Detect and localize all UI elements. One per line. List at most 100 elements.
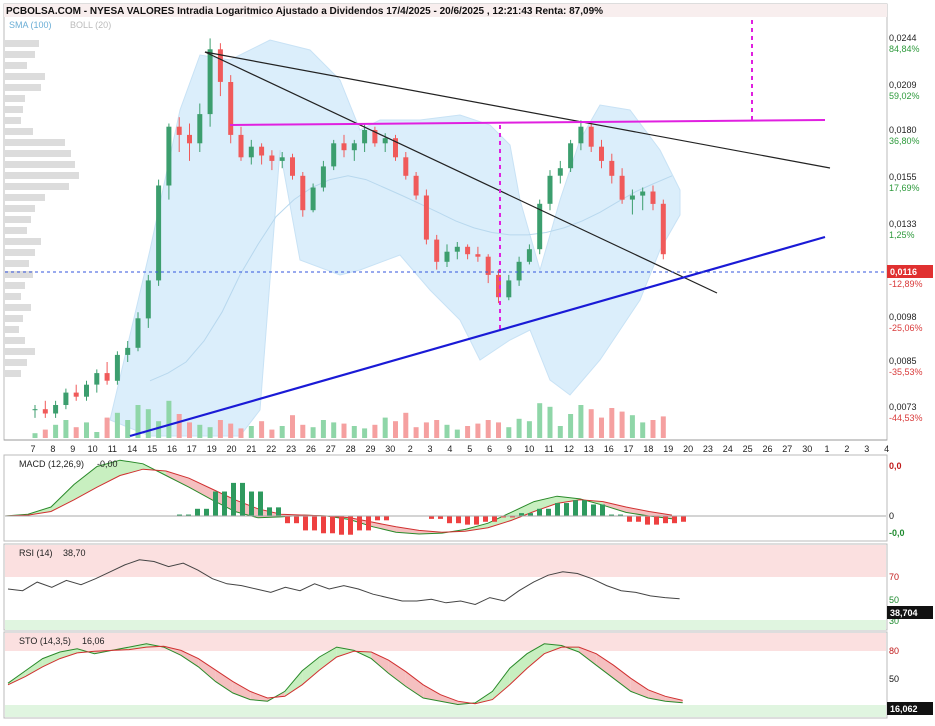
volume-profile-bar (5, 106, 23, 113)
x-tick-label: 7 (30, 444, 35, 454)
candle-body (207, 49, 213, 115)
candle-body (310, 187, 316, 211)
candle-body (351, 143, 357, 151)
macd-histogram-bar (312, 516, 317, 531)
bollinger-area (109, 39, 681, 437)
sto-current-label: 16,062 (890, 704, 918, 714)
sto-label: STO (14,3,5) (19, 636, 71, 646)
candle-body (650, 191, 656, 204)
volume-bar (465, 426, 471, 438)
volume-bar (444, 424, 450, 438)
x-tick-label: 2 (408, 444, 413, 454)
macd-histogram-bar (591, 504, 596, 516)
macd-histogram-bar (465, 516, 470, 525)
x-tick-label: 23 (703, 444, 713, 454)
candle-body (341, 143, 347, 151)
volume-profile-bar (5, 172, 79, 179)
x-tick-label: 30 (802, 444, 812, 454)
macd-histogram-bar (645, 516, 650, 525)
volume-bar (485, 420, 491, 438)
volume-bar (42, 429, 48, 438)
x-tick-label: 11 (544, 444, 553, 454)
x-tick-label: 22 (266, 444, 276, 454)
volume-profile-bar (5, 194, 45, 201)
candle-body (506, 280, 512, 298)
macd-histogram-bar (564, 503, 569, 516)
macd-histogram-bar (294, 516, 299, 524)
volume-bar (310, 427, 316, 438)
x-tick-label: 9 (70, 444, 75, 454)
macd-histogram-bar (654, 516, 659, 525)
volume-profile-bar (5, 139, 65, 146)
volume-profile-bar (5, 249, 35, 256)
volume-bar (166, 400, 172, 438)
x-tick-label: 4 (884, 444, 889, 454)
volume-bar (228, 423, 234, 438)
x-tick-label: 16 (604, 444, 614, 454)
x-tick-label: 26 (762, 444, 772, 454)
rsi-tick: 50 (889, 595, 899, 605)
sto-fill (371, 652, 389, 674)
volume-bar (32, 433, 38, 438)
price-tick-label: 0,0244 (889, 33, 917, 43)
candle-body (619, 175, 625, 200)
x-tick-label: 4 (447, 444, 452, 454)
x-tick-label: 10 (88, 444, 98, 454)
price-tick-label: 0,0073 (889, 402, 917, 412)
sto-d-line (7, 645, 683, 705)
volume-bar (73, 427, 79, 438)
macd-label: MACD (12,26,9) (19, 459, 84, 469)
volume-bar (176, 414, 182, 438)
macd-panel: 0,0 0 -0,0 (4, 459, 905, 538)
macd-histogram-bar (546, 508, 551, 516)
macd-histogram-bar (375, 516, 380, 521)
price-tick-label: 0,0209 (889, 80, 917, 90)
bollinger-band (109, 39, 681, 437)
macd-value: -0,00 (97, 459, 118, 469)
candle-body (320, 166, 326, 188)
candle-body (114, 354, 120, 381)
macd-fill (166, 471, 189, 488)
volume-bar (94, 432, 100, 438)
sto-fill (215, 670, 233, 693)
rsi-current-label: 38,704 (890, 608, 918, 618)
x-tick-label: 15 (147, 444, 157, 454)
candle-body (557, 168, 563, 176)
volume-bar (629, 415, 635, 438)
volume-bar (650, 420, 656, 438)
macd-fill (488, 512, 511, 528)
volume-bar (506, 427, 512, 438)
candle-body (156, 185, 162, 281)
candle-body (526, 249, 532, 262)
candle-body (228, 82, 234, 135)
volume-bar (207, 427, 213, 438)
pct-tick-label: 84,84% (889, 44, 920, 54)
volume-profile-bar (5, 62, 27, 69)
price-tick-label: 0,0133 (889, 219, 917, 229)
current-price-label: 0,0116 (890, 267, 917, 277)
sto-fill (302, 657, 320, 685)
volume-bar (413, 427, 419, 438)
candle-body (588, 126, 594, 147)
sto-fill (198, 658, 216, 682)
volume-bar (362, 428, 368, 438)
macd-histogram-bar (636, 516, 641, 522)
volume-bar (341, 423, 347, 438)
candle-body (104, 373, 110, 381)
volume-bar (351, 426, 357, 438)
price-tick-label: 0,0180 (889, 125, 917, 135)
volume-bar (331, 422, 337, 438)
macd-histogram-bar (384, 516, 389, 521)
candle-body (290, 157, 295, 176)
sto-fill (232, 681, 251, 700)
candle-body (125, 347, 131, 355)
volume-profile-bar (5, 370, 21, 377)
macd-histogram-bar (627, 516, 632, 522)
candle-body (53, 405, 59, 414)
x-tick-label: 17 (187, 444, 197, 454)
macd-histogram-bar (267, 507, 272, 516)
volume-bar (145, 409, 151, 438)
volume-bar (217, 420, 223, 438)
candle-body (454, 246, 460, 252)
volume-bar (393, 421, 398, 438)
